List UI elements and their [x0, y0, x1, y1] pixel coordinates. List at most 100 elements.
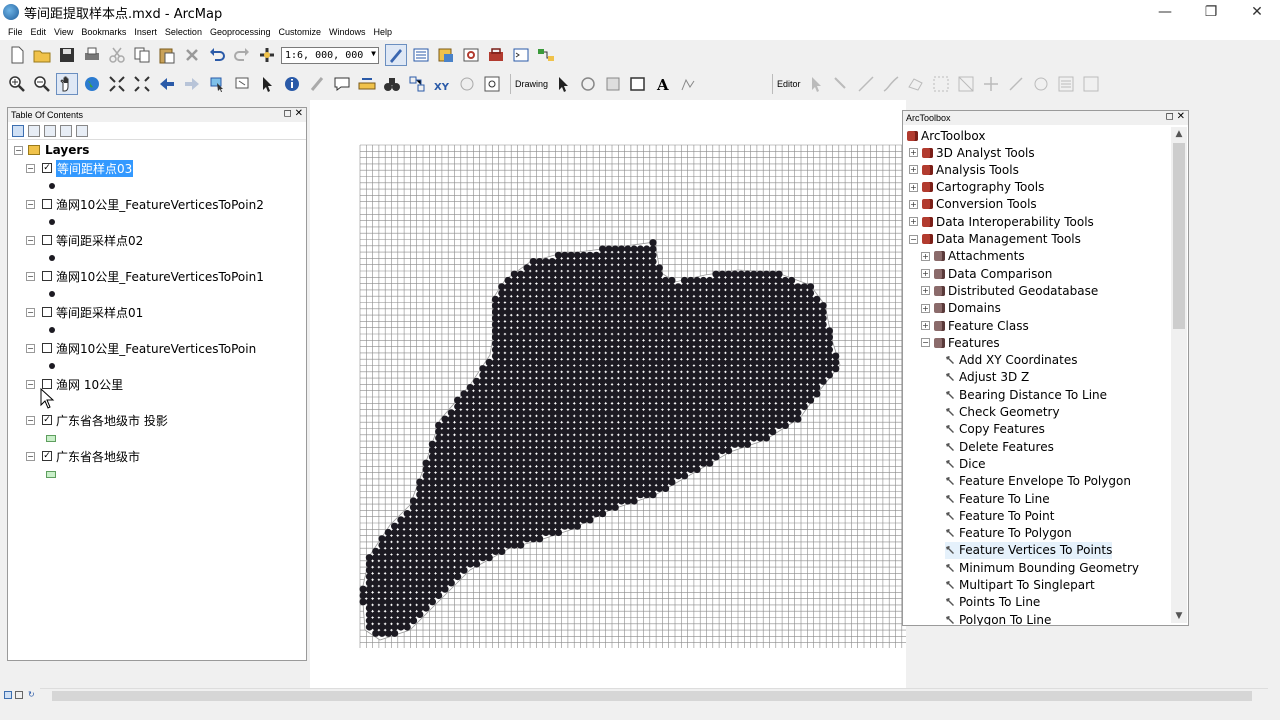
- sample-point[interactable]: [617, 491, 626, 499]
- sample-point[interactable]: [416, 503, 424, 511]
- sample-point[interactable]: [485, 516, 493, 524]
- arctoolbox-root-node[interactable]: ArcToolbox: [907, 127, 985, 144]
- sample-point[interactable]: [504, 491, 512, 499]
- sample-point[interactable]: [788, 339, 796, 348]
- sample-point[interactable]: [510, 314, 518, 322]
- sample-point[interactable]: [605, 371, 613, 379]
- sample-point[interactable]: [712, 276, 720, 285]
- sample-point[interactable]: [554, 371, 563, 379]
- sample-point[interactable]: [454, 547, 462, 555]
- sample-point[interactable]: [447, 472, 455, 480]
- sample-point[interactable]: [680, 352, 689, 360]
- sample-point[interactable]: [548, 358, 556, 366]
- sample-point[interactable]: [636, 258, 644, 266]
- sample-point[interactable]: [422, 579, 430, 587]
- sample-point[interactable]: [554, 314, 563, 322]
- sample-point[interactable]: [460, 428, 468, 436]
- sample-point[interactable]: [605, 415, 613, 423]
- sample-point[interactable]: [674, 308, 682, 316]
- sample-point[interactable]: [567, 365, 575, 373]
- sample-point[interactable]: [466, 478, 474, 486]
- sample-point[interactable]: [649, 339, 657, 348]
- sample-point[interactable]: [662, 402, 670, 411]
- sample-point[interactable]: [712, 402, 720, 411]
- sample-point[interactable]: [573, 371, 581, 379]
- sample-point[interactable]: [731, 428, 739, 436]
- sample-point[interactable]: [510, 339, 518, 348]
- sample-point[interactable]: [372, 573, 380, 581]
- sample-point[interactable]: [662, 465, 670, 474]
- sample-point[interactable]: [737, 390, 745, 398]
- sample-point[interactable]: [391, 623, 399, 631]
- paste-icon[interactable]: [156, 44, 178, 66]
- sample-point[interactable]: [743, 321, 752, 329]
- sample-point[interactable]: [788, 289, 796, 297]
- sample-point[interactable]: [687, 384, 695, 392]
- sample-point[interactable]: [813, 377, 821, 385]
- sample-point[interactable]: [567, 251, 575, 259]
- sample-point[interactable]: [491, 510, 500, 518]
- sample-point[interactable]: [529, 308, 537, 316]
- sample-point[interactable]: [441, 535, 449, 543]
- sample-point[interactable]: [523, 440, 531, 448]
- sample-point[interactable]: [391, 535, 399, 543]
- sample-point[interactable]: [731, 308, 739, 316]
- sample-point[interactable]: [699, 390, 707, 398]
- sample-point[interactable]: [643, 358, 651, 366]
- toolbox-toolset-item[interactable]: + Data Comparison: [921, 265, 1052, 282]
- sample-point[interactable]: [561, 314, 569, 322]
- sample-point[interactable]: [794, 339, 802, 348]
- sample-point[interactable]: [548, 415, 556, 423]
- sample-point[interactable]: [428, 591, 436, 600]
- sample-point[interactable]: [605, 497, 613, 505]
- sample-point[interactable]: [391, 598, 399, 606]
- sample-point[interactable]: [687, 428, 695, 436]
- sample-point[interactable]: [806, 396, 815, 404]
- sample-point[interactable]: [567, 465, 575, 474]
- sample-point[interactable]: [687, 352, 695, 360]
- sample-point[interactable]: [573, 390, 581, 398]
- sample-point[interactable]: [397, 541, 405, 549]
- sample-point[interactable]: [529, 465, 537, 474]
- sample-point[interactable]: [699, 396, 707, 404]
- sample-point[interactable]: [561, 365, 569, 373]
- sample-point[interactable]: [447, 503, 455, 511]
- sample-point[interactable]: [687, 434, 695, 442]
- sample-point[interactable]: [662, 346, 670, 354]
- sample-point[interactable]: [447, 554, 455, 562]
- sample-point[interactable]: [655, 333, 663, 341]
- sample-point[interactable]: [561, 491, 569, 499]
- sample-point[interactable]: [409, 547, 418, 555]
- collapse-icon[interactable]: −: [26, 415, 35, 425]
- sample-point[interactable]: [605, 295, 613, 303]
- sample-point[interactable]: [491, 302, 500, 310]
- sample-point[interactable]: [479, 453, 487, 461]
- sample-point[interactable]: [643, 415, 651, 423]
- sample-point[interactable]: [731, 409, 739, 417]
- sample-point[interactable]: [605, 346, 613, 354]
- sample-point[interactable]: [409, 541, 418, 549]
- sample-point[interactable]: [687, 314, 695, 322]
- sample-point[interactable]: [409, 579, 418, 587]
- sample-point[interactable]: [605, 384, 613, 392]
- sample-point[interactable]: [498, 352, 506, 360]
- sample-point[interactable]: [510, 377, 518, 385]
- sample-point[interactable]: [498, 428, 506, 436]
- sample-point[interactable]: [479, 428, 487, 436]
- sample-point[interactable]: [391, 560, 399, 568]
- sample-point[interactable]: [592, 270, 600, 278]
- sample-point[interactable]: [743, 396, 752, 404]
- sample-point[interactable]: [491, 377, 500, 385]
- sample-point[interactable]: [372, 617, 380, 625]
- sample-point[interactable]: [523, 459, 531, 467]
- sample-point[interactable]: [403, 560, 411, 568]
- sample-point[interactable]: [428, 566, 436, 574]
- sample-point[interactable]: [617, 434, 626, 442]
- sample-point[interactable]: [542, 333, 550, 341]
- sample-point[interactable]: [567, 302, 575, 310]
- sample-point[interactable]: [542, 371, 550, 379]
- sample-point[interactable]: [573, 346, 581, 354]
- sample-point[interactable]: [573, 516, 581, 524]
- sample-point[interactable]: [441, 478, 449, 486]
- sample-point[interactable]: [693, 390, 701, 398]
